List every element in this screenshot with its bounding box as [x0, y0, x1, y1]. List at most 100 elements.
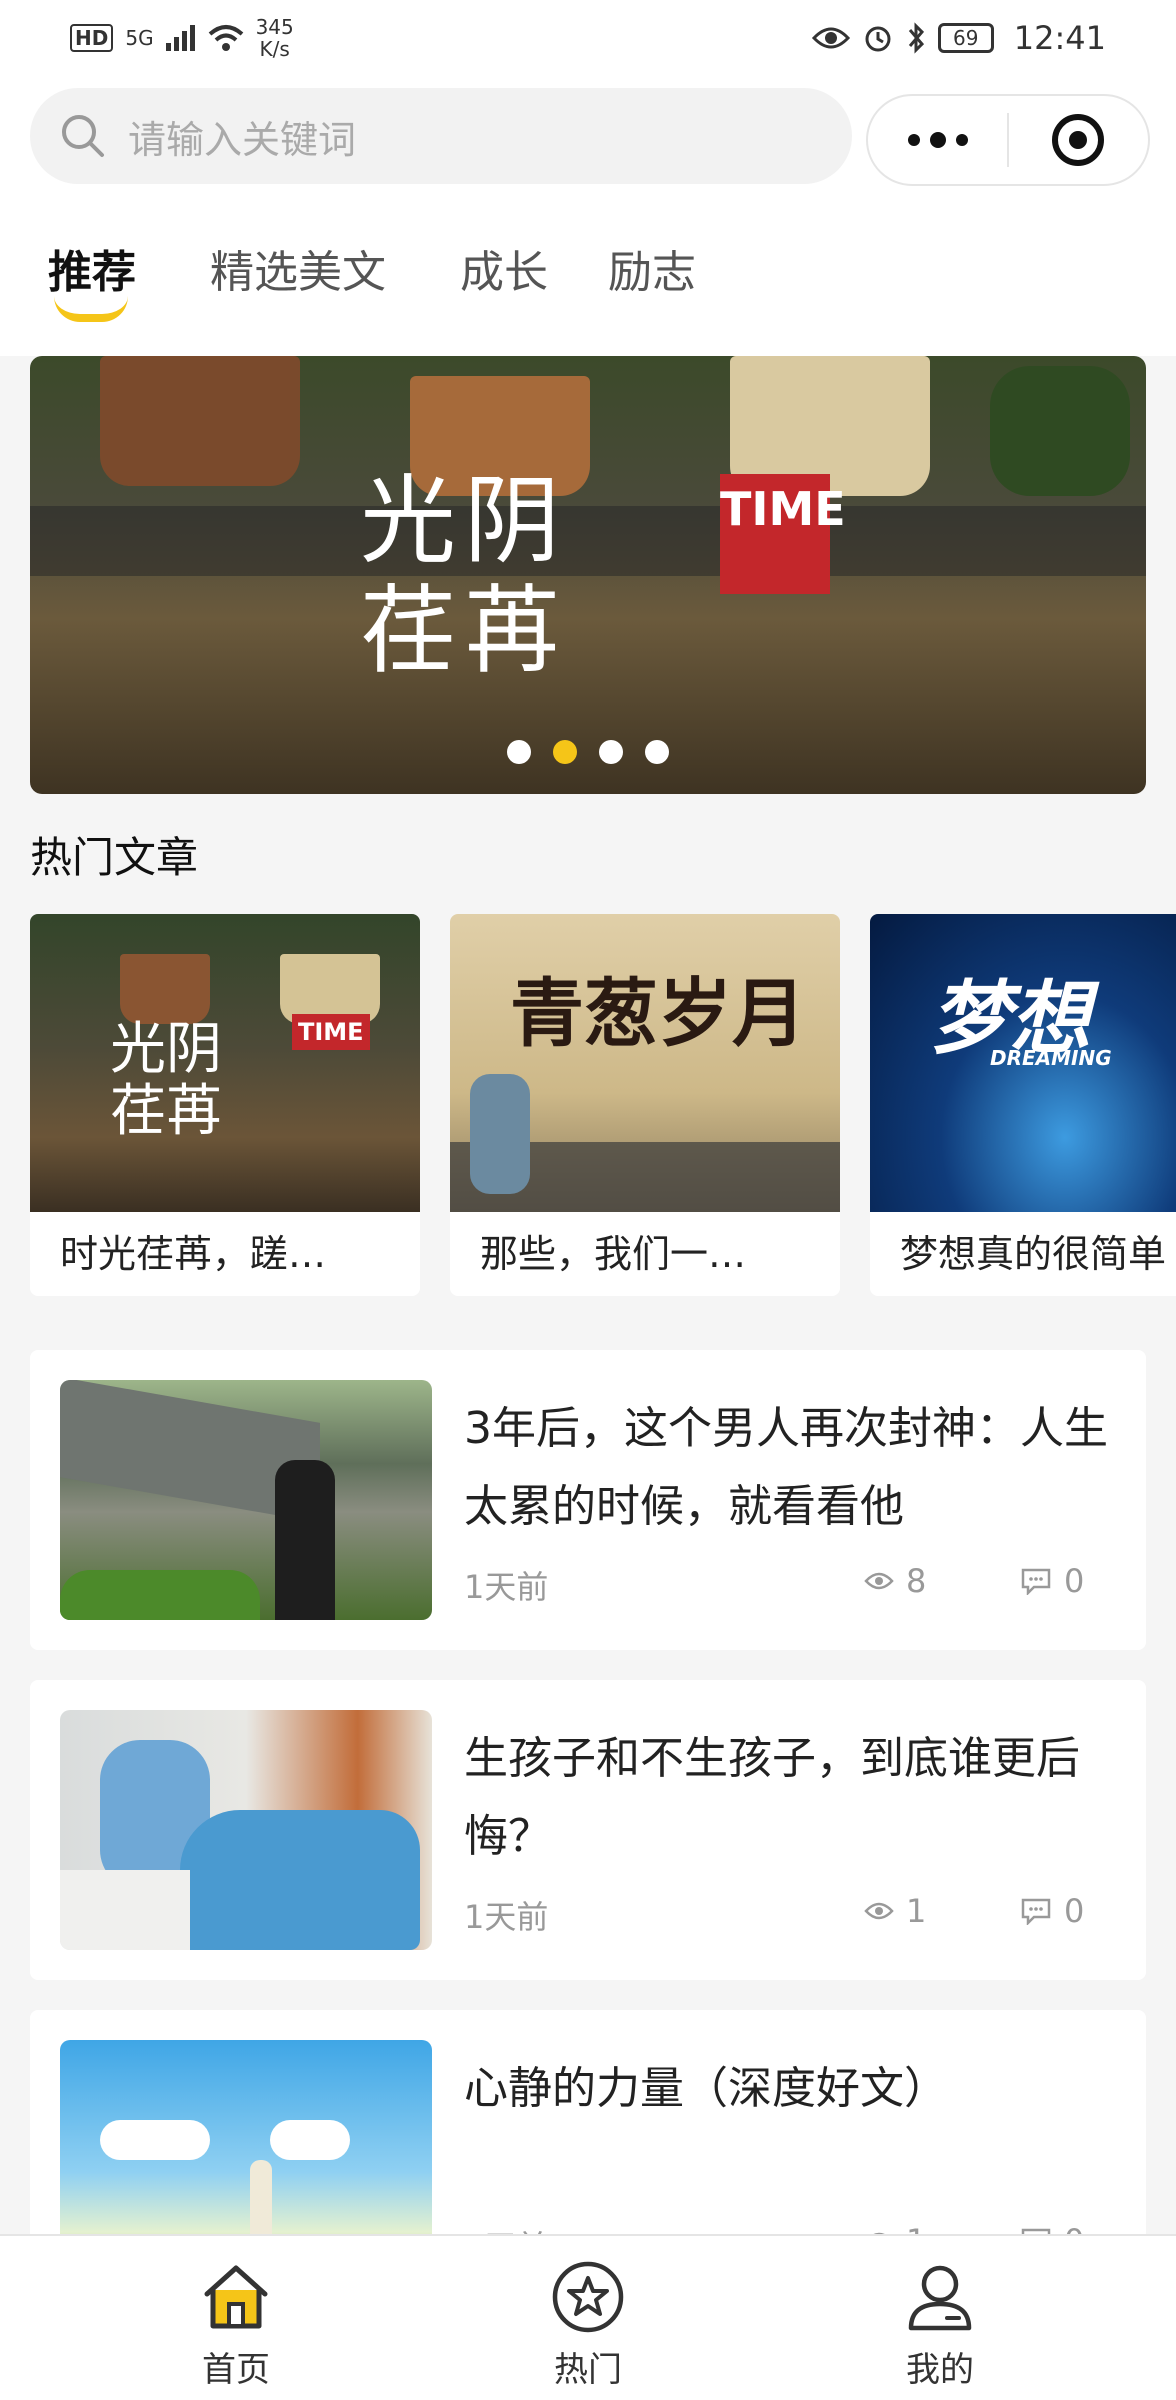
- tab-inspiration[interactable]: 励志: [608, 236, 696, 316]
- carousel-dot[interactable]: [599, 740, 623, 764]
- carousel-dots: [30, 740, 1146, 764]
- eye-icon: [864, 1902, 894, 1920]
- tabbar-hot[interactable]: 热门: [488, 2236, 688, 2400]
- signal-icon: [165, 25, 195, 51]
- view-count: 1: [906, 1892, 927, 1930]
- hot-article-card[interactable]: 梦想 DREAMING 梦想真的很简单: [870, 914, 1176, 1296]
- banner-time-tag: TIME: [720, 474, 846, 594]
- article-time: 1天前: [464, 1568, 549, 1606]
- active-tab-indicator: [54, 296, 128, 322]
- hot-article-image: 光阴 荏苒 TIME: [30, 914, 420, 1212]
- category-tabs: 推荐 精选美文 成长 励志: [48, 236, 770, 322]
- article-card[interactable]: 3年后，这个男人再次封神：人生太累的时候，就看看他 1天前 8 0: [30, 1350, 1146, 1650]
- comment-icon: [1021, 1898, 1051, 1925]
- wall-ledge: [30, 506, 1146, 576]
- header: 请输入关键词 推荐 精选美文 成长 励志: [0, 76, 1176, 356]
- hot-image-title: 光阴 荏苒: [110, 1019, 222, 1143]
- alarm-icon: [865, 26, 891, 52]
- home-icon: [204, 2265, 268, 2329]
- tabbar-mine[interactable]: 我的: [840, 2236, 1040, 2400]
- hot-article-card[interactable]: 青葱岁月 那些，我们一…: [450, 914, 840, 1296]
- man-figure-image: [275, 1460, 335, 1620]
- hot-article-image: 青葱岁月: [450, 914, 840, 1212]
- hot-image-title-line2: 荏苒: [110, 1079, 222, 1144]
- article-views: 8: [864, 1562, 926, 1600]
- eye-icon: [864, 1572, 894, 1590]
- plant-image: [990, 366, 1130, 496]
- hot-article-label: 那些，我们一…: [480, 1232, 747, 1276]
- hot-article-image: 梦想 DREAMING: [870, 914, 1176, 1212]
- wifi-icon: [208, 25, 243, 51]
- speed-value: 345: [255, 15, 294, 39]
- comment-icon: [1021, 1568, 1051, 1595]
- tab-label: 成长: [460, 247, 548, 298]
- search-placeholder: 请输入关键词: [128, 117, 357, 162]
- hot-image-subtext: DREAMING: [990, 1046, 1112, 1070]
- target-icon: [1052, 114, 1105, 166]
- carousel-dot[interactable]: [645, 740, 669, 764]
- carousel-dot-active[interactable]: [553, 740, 577, 764]
- bottom-tab-bar: 首页 热门 我的: [0, 2234, 1176, 2400]
- article-card[interactable]: 生孩子和不生孩子，到底谁更后悔？ 1天前 1 0: [30, 1680, 1146, 1980]
- carousel-dot[interactable]: [507, 740, 531, 764]
- comment-count: 0: [1064, 1892, 1085, 1930]
- battery-indicator: 69: [937, 23, 994, 53]
- tab-recommend[interactable]: 推荐: [48, 236, 136, 322]
- status-bar: HD 5G 345 K/s 69 12:41: [0, 0, 1176, 76]
- hot-article-card[interactable]: 光阴 荏苒 TIME 时光荏苒，蹉…: [30, 914, 420, 1296]
- banner-carousel[interactable]: 光阴 荏苒 TIME: [30, 356, 1146, 794]
- bed-image: [60, 1870, 190, 1950]
- tab-label: 精选美文: [210, 247, 386, 298]
- tabbar-label: 首页: [202, 2350, 270, 2390]
- tab-label: 推荐: [48, 247, 136, 298]
- close-miniprogram-button[interactable]: [1009, 96, 1148, 184]
- view-count: 8: [906, 1562, 927, 1600]
- hot-articles-row: 光阴 荏苒 TIME 时光荏苒，蹉… 青葱岁月 那些，我们一… 梦想 DREAM…: [30, 914, 1176, 1296]
- target-dot: [1069, 131, 1088, 149]
- cloud-image: [270, 2120, 350, 2160]
- article-title: 生孩子和不生孩子，到底谁更后悔？: [464, 1733, 1080, 1862]
- more-dot-icon: [929, 132, 946, 148]
- hot-image-text: 青葱岁月: [510, 971, 806, 1057]
- hot-article-label: 时光荏苒，蹉…: [60, 1232, 327, 1276]
- miniprogram-capsule: [866, 94, 1150, 186]
- eye-icon: [811, 27, 850, 49]
- article-title: 心静的力量（深度好文）: [464, 2063, 948, 2114]
- banner-title-line1: 光阴: [360, 465, 568, 577]
- tab-label: 励志: [608, 247, 696, 298]
- tab-growth[interactable]: 成长: [460, 236, 548, 316]
- woman-figure-image: [180, 1810, 420, 1950]
- bluetooth-icon: [908, 22, 924, 54]
- article-image: [60, 1710, 432, 1950]
- article-comments: 0: [1020, 1562, 1084, 1600]
- search-bar[interactable]: 请输入关键词: [30, 88, 852, 184]
- cloud-image: [100, 2120, 210, 2160]
- comment-count: 0: [1064, 1562, 1085, 1600]
- tabbar-home[interactable]: 首页: [136, 2236, 336, 2400]
- hot-article-label: 梦想真的很简单: [900, 1232, 1167, 1276]
- shrub-image: [60, 1570, 260, 1620]
- more-dot-icon: [907, 134, 920, 146]
- speed-unit: K/s: [259, 37, 290, 61]
- article-time: 1天前: [464, 1898, 549, 1936]
- banner-title: 光阴 荏苒: [360, 466, 568, 686]
- search-icon: [62, 115, 104, 157]
- more-dot-icon: [955, 134, 968, 146]
- banner-title-line2: 荏苒: [360, 575, 568, 687]
- tab-selected-essays[interactable]: 精选美文: [210, 236, 386, 316]
- cyclist-image: [470, 1074, 530, 1194]
- clock: 12:41: [1013, 19, 1106, 57]
- tabbar-label: 热门: [554, 2350, 622, 2390]
- status-bar-right: 69 12:41: [811, 19, 1106, 57]
- article-title: 3年后，这个男人再次封神：人生太累的时候，就看看他: [464, 1403, 1108, 1532]
- user-icon: [908, 2265, 972, 2331]
- more-menu-button[interactable]: [868, 96, 1007, 184]
- flowerpot-image: [120, 954, 210, 1024]
- star-icon: [552, 2261, 624, 2333]
- hot-articles-title: 热门文章: [30, 833, 199, 882]
- flowerpot-image: [100, 356, 300, 486]
- article-image: [60, 1380, 432, 1620]
- article-comments: 0: [1020, 1892, 1084, 1930]
- tabbar-label: 我的: [906, 2350, 974, 2390]
- hd-indicator: HD: [70, 24, 114, 52]
